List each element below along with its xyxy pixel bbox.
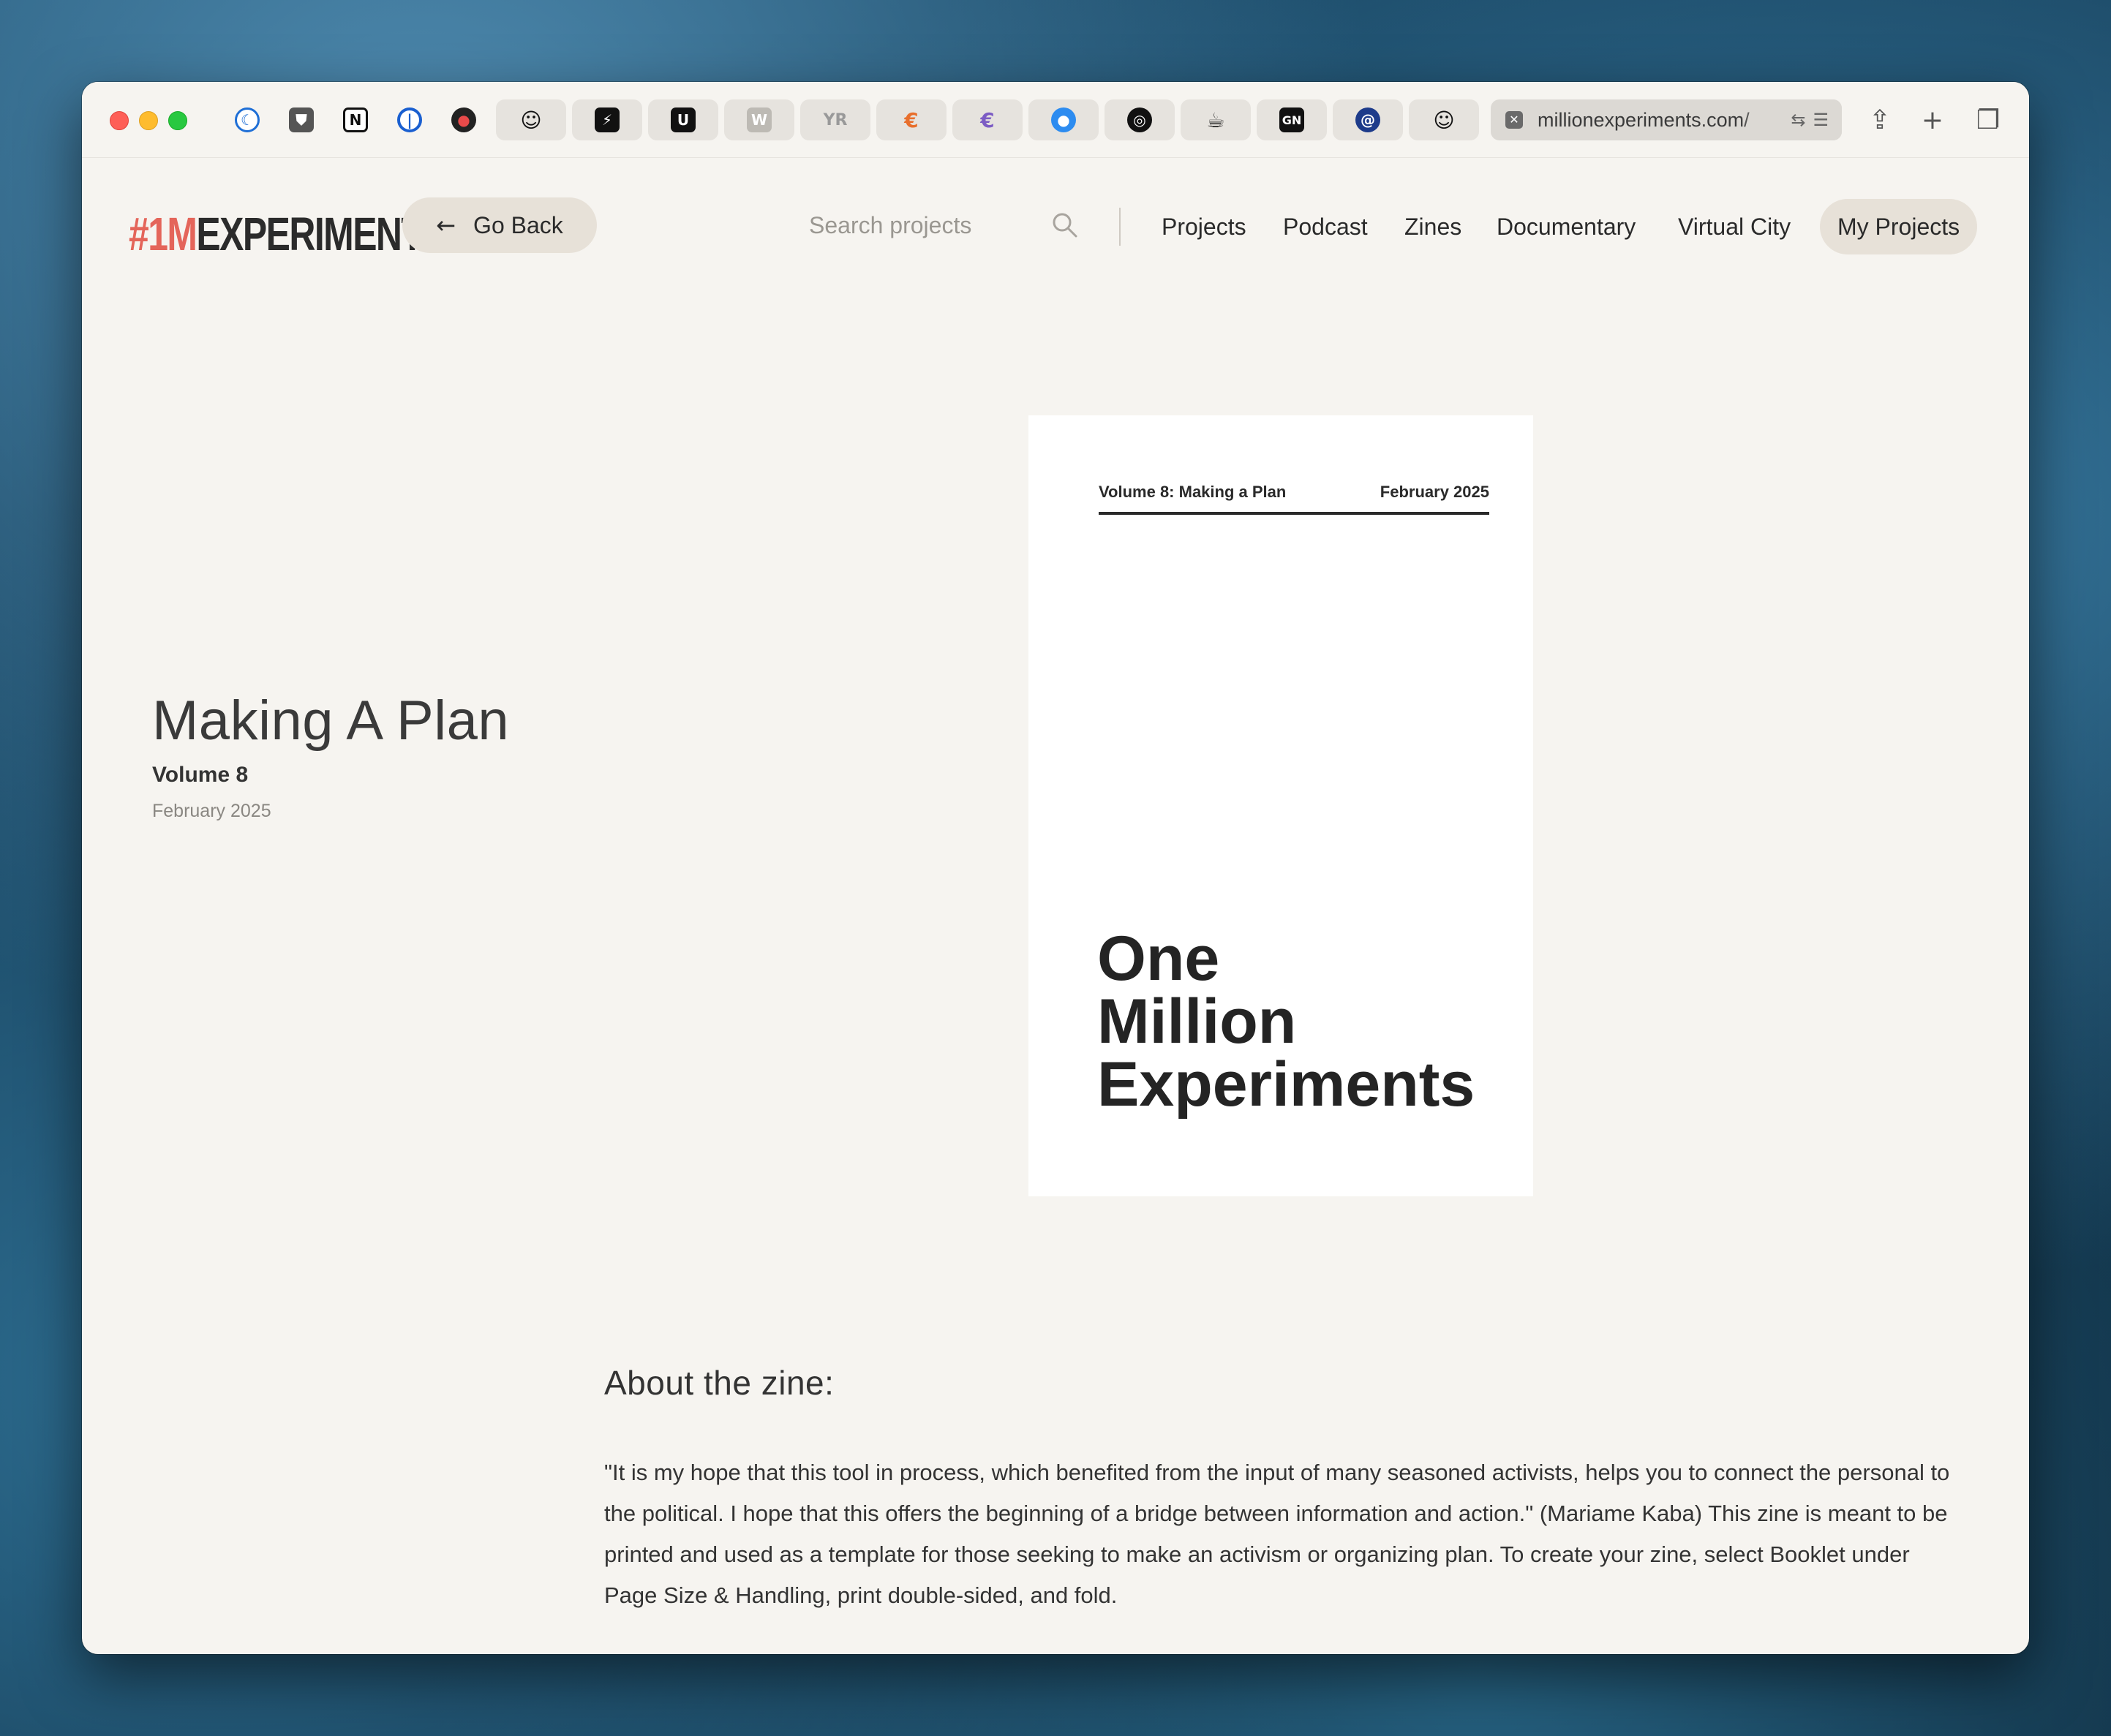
close-tab-icon[interactable]: ✕: [1505, 111, 1523, 129]
page-title: Making A Plan: [152, 690, 510, 752]
nav-projects[interactable]: Projects: [1162, 199, 1246, 254]
minimize-window-button[interactable]: [139, 111, 158, 130]
address-text: millionexperiments.com/: [1538, 108, 1750, 131]
cover-date-label: February 2025: [1380, 483, 1489, 501]
nav-zines[interactable]: Zines: [1404, 199, 1461, 254]
site-header: #1MEXPERIMENTS ← Go Back Projects Podcas…: [82, 158, 2029, 297]
cover-title-line: Million: [1097, 986, 1297, 1057]
close-window-button[interactable]: [110, 111, 129, 130]
reader-icon[interactable]: ☰: [1813, 110, 1829, 131]
moon-tab-icon[interactable]: ☾: [230, 102, 265, 137]
apple-blue-tab-icon[interactable]: ●: [1028, 99, 1099, 140]
nav-virtual-city[interactable]: Virtual City: [1678, 199, 1791, 254]
onepassword-tab-icon[interactable]: |: [392, 102, 427, 137]
about-heading: About the zine:: [604, 1364, 835, 1402]
zine-date: February 2025: [152, 801, 271, 821]
cover-volume-label: Volume 8: Making a Plan: [1099, 483, 1287, 501]
cover-title-line: One: [1097, 924, 1220, 994]
cover-title-line: Experiments: [1097, 1049, 1475, 1120]
browser-window: ☾ ⛊ N | ● ☺ ⚡ U W YR € € ● ◎ ☕ GN @ ☺ ✕ …: [82, 82, 2029, 1654]
zine-info: Making A Plan Volume 8 February 2025: [152, 689, 509, 822]
apple-rainbow-2-tab-icon[interactable]: €: [952, 99, 1023, 140]
coffee-tab-icon[interactable]: ☕: [1181, 99, 1251, 140]
w-tab-icon[interactable]: W: [724, 99, 794, 140]
nav-documentary[interactable]: Documentary: [1497, 199, 1636, 254]
github-tab-icon[interactable]: ◎: [1105, 99, 1175, 140]
main-nav: Projects Podcast Zines Documentary Virtu…: [82, 199, 2029, 254]
shield-tab-icon[interactable]: ⛊: [284, 102, 319, 137]
zine-cover-image[interactable]: Volume 8: Making a Plan February 2025 On…: [1028, 415, 1533, 1196]
gn-tab-icon[interactable]: GN: [1257, 99, 1327, 140]
at-tab-icon[interactable]: @: [1333, 99, 1403, 140]
notion-tab-icon[interactable]: N: [338, 102, 373, 137]
nav-my-projects[interactable]: My Projects: [1820, 199, 1978, 254]
translate-icon[interactable]: ⇆: [1791, 110, 1805, 131]
avatar-2-tab-icon[interactable]: ☺: [1409, 99, 1479, 140]
u-tab-icon[interactable]: U: [648, 99, 718, 140]
new-tab-icon[interactable]: +: [1916, 104, 1949, 136]
pinboard-tab-icon[interactable]: ●: [446, 102, 481, 137]
share-icon[interactable]: ⇪: [1864, 104, 1896, 136]
avatar-tab-icon[interactable]: ☺: [496, 99, 566, 140]
zoom-window-button[interactable]: [168, 111, 187, 130]
nav-podcast[interactable]: Podcast: [1283, 199, 1368, 254]
address-bar[interactable]: ✕ millionexperiments.com/ ⇆ ☰: [1491, 99, 1842, 140]
yr-tab-icon[interactable]: YR: [800, 99, 870, 140]
about-section: About the zine: "It is my hope that this…: [604, 1363, 1965, 1616]
about-body: "It is my hope that this tool in process…: [604, 1460, 1950, 1608]
cover-header: Volume 8: Making a Plan February 2025: [1099, 483, 1489, 515]
bolt-tab-icon[interactable]: ⚡: [572, 99, 642, 140]
browser-toolbar: ☾ ⛊ N | ● ☺ ⚡ U W YR € € ● ◎ ☕ GN @ ☺ ✕ …: [82, 82, 2029, 158]
tab-overview-icon[interactable]: ❐: [1972, 104, 2004, 136]
apple-rainbow-tab-icon[interactable]: €: [876, 99, 947, 140]
zine-volume: Volume 8: [152, 763, 249, 787]
cover-title: One Million Experiments: [1097, 927, 1475, 1116]
